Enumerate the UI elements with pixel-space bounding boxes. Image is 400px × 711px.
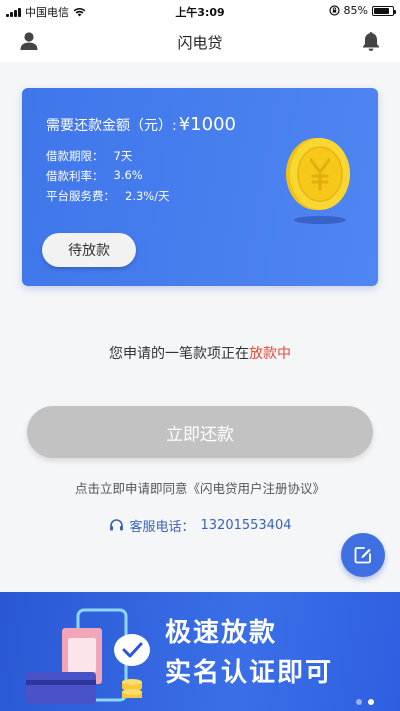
promo-banner[interactable]: 极速放款 实名认证即可 [0,592,400,711]
headset-icon [109,519,123,531]
banner-headline: 极速放款 [165,618,278,648]
nav-bar: 闪电贷 [0,22,400,62]
status-right: 85% [328,4,396,17]
detail-rate: 借款利率： 3.6% [46,168,143,184]
detail-label: 平台服务费： [46,189,115,203]
loan-card: 需要还款金额（元）: ¥1000 借款期限： 7天 借款利率： 3.6% 平台服… [22,88,378,286]
pending-button[interactable]: 待放款 [42,233,136,267]
detail-value: 7天 [113,149,133,163]
status-prefix: 您申请的一笔款项正在 [109,346,249,362]
carousel-dot[interactable] [356,699,362,705]
amount-label: 需要还款金额（元）: [46,118,177,134]
detail-label: 借款期限： [46,149,104,163]
battery-icon [372,5,396,16]
page-title: 闪电贷 [177,34,223,52]
detail-value: 2.3%/天 [125,189,170,203]
battery-percent: 85% [343,4,368,17]
orientation-lock-icon [328,5,340,16]
edit-fab-button[interactable] [341,533,385,577]
detail-term: 借款期限： 7天 [46,148,132,164]
detail-value: 3.6% [113,168,143,182]
agreement-link[interactable]: 点击立即申请即同意《闪电贷用户注册协议》 [0,478,400,497]
customer-service-row[interactable]: 客服电话： 13201553404 [0,516,400,535]
detail-service-fee: 平台服务费： 2.3%/天 [46,188,170,204]
phone-cash-illustration [26,608,150,704]
status-bar: 中国电信 上午3:09 85% [0,0,400,22]
yuan-coin-icon [286,138,350,224]
status-highlight: 放款中 [249,346,291,362]
detail-label: 借款利率： [46,169,104,183]
service-phone[interactable]: 13201553404 [201,518,292,533]
carousel-dot-active[interactable] [368,699,374,705]
repay-button[interactable]: 立即还款 [27,406,373,458]
bell-icon[interactable] [360,30,382,52]
edit-icon [354,547,371,564]
banner-subheadline: 实名认证即可 [165,658,334,688]
service-label: 客服电话： [129,520,195,535]
amount-row: 需要还款金额（元）: ¥1000 [46,114,236,135]
carousel-dots [356,699,374,705]
battery-fill [374,7,390,14]
loan-status-message: 您申请的一笔款项正在放款中 [0,343,400,363]
amount-value: ¥1000 [178,114,236,135]
